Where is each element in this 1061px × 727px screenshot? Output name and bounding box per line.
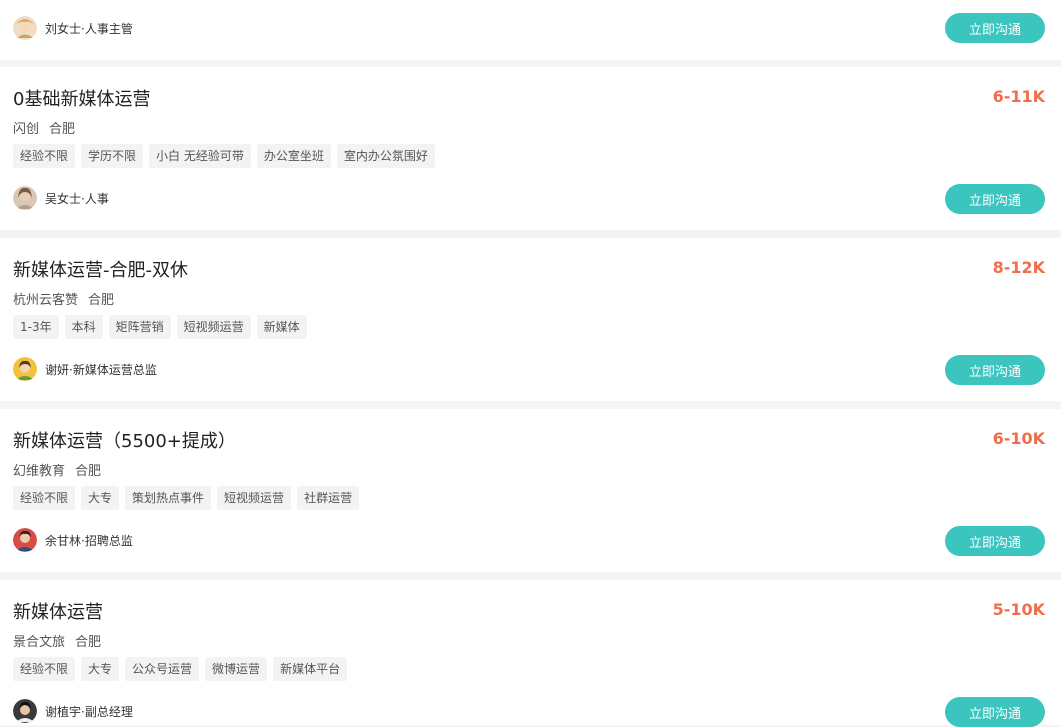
tag: 室内办公氛围好 [336,144,435,168]
chat-button[interactable]: 立即沟通 [945,13,1045,43]
company-name[interactable]: 景合文旅 [13,635,65,650]
recruiter-name: 谢妍·新媒体运营总监 [45,362,157,377]
tag-list: 1-3年 本科 矩阵营销 短视频运营 新媒体 [13,315,307,339]
recruiter-info: 谢植宇·副总经理 [13,699,133,723]
tag: 大专 [81,657,120,681]
tag: 社群运营 [297,486,360,510]
job-title[interactable]: 0基础新媒体运营 [13,85,150,111]
recruiter-avatar-icon [13,528,37,552]
job-card[interactable]: 新媒体运营-合肥-双休 8-12K 杭州云客赞 合肥 1-3年 本科 矩阵营销 短… [0,238,1061,401]
recruiter-info: 刘女士·人事主管 [13,16,133,40]
tag: 公众号运营 [125,657,200,681]
tag: 矩阵营销 [108,315,171,339]
chat-button[interactable]: 立即沟通 [945,697,1045,727]
tag: 小白 无经验可带 [149,144,251,168]
job-city: 合肥 [75,464,102,479]
job-card[interactable]: 新媒体运营 5-10K 景合文旅 合肥 经验不限 大专 公众号运营 微博运营 新媒… [0,580,1061,727]
company-info: 景合文旅 合肥 [13,631,101,650]
recruiter-info: 谢妍·新媒体运营总监 [13,357,157,381]
job-title[interactable]: 新媒体运营 [13,598,103,624]
recruiter-avatar-icon [13,357,37,381]
tag: 新媒体 [256,315,307,339]
chat-button[interactable]: 立即沟通 [945,184,1045,214]
recruiter-avatar-icon [13,16,37,40]
chat-button[interactable]: 立即沟通 [945,526,1045,556]
tag: 短视频运营 [217,486,292,510]
recruiter-info: 余甘林·招聘总监 [13,528,133,552]
recruiter-avatar-icon [13,186,37,210]
tag: 办公室坐班 [256,144,331,168]
job-card[interactable]: 0基础新媒体运营 6-11K 闪创 合肥 经验不限 学历不限 小白 无经验可带 办… [0,67,1061,230]
recruiter-name: 谢植宇·副总经理 [45,704,133,719]
recruiter-info: 吴女士·人事 [13,186,109,210]
tag: 1-3年 [13,315,59,339]
tag: 本科 [64,315,103,339]
recruiter-name: 余甘林·招聘总监 [45,533,133,548]
tag: 经验不限 [13,657,76,681]
company-info: 杭州云客赞 合肥 [13,289,114,308]
company-name[interactable]: 幻维教育 [13,464,65,479]
company-info: 闪创 合肥 [13,118,75,137]
tag: 经验不限 [13,486,76,510]
salary: 6-11K [992,87,1045,106]
tag-list: 经验不限 大专 公众号运营 微博运营 新媒体平台 [13,657,348,681]
salary: 8-12K [992,258,1045,277]
job-title[interactable]: 新媒体运营-合肥-双休 [13,256,188,282]
recruiter-avatar-icon [13,699,37,723]
job-title[interactable]: 新媒体运营（5500+提成） [13,427,236,453]
job-city: 合肥 [75,635,102,650]
recruiter-name: 刘女士·人事主管 [45,21,133,36]
company-info: 幻维教育 合肥 [13,460,101,479]
company-name[interactable]: 杭州云客赞 [13,293,78,308]
tag: 大专 [81,486,120,510]
chat-button[interactable]: 立即沟通 [945,355,1045,385]
salary: 6-10K [992,429,1045,448]
tag: 学历不限 [81,144,144,168]
tag-list: 经验不限 大专 策划热点事件 短视频运营 社群运营 [13,486,360,510]
tag: 经验不限 [13,144,76,168]
job-city: 合肥 [88,293,115,308]
tag: 微博运营 [205,657,268,681]
recruiter-name: 吴女士·人事 [45,191,109,206]
job-card-partial[interactable]: 刘女士·人事主管 立即沟通 [0,0,1061,60]
tag: 策划热点事件 [125,486,212,510]
job-card[interactable]: 新媒体运营（5500+提成） 6-10K 幻维教育 合肥 经验不限 大专 策划热点… [0,409,1061,572]
salary: 5-10K [992,600,1045,619]
tag: 短视频运营 [176,315,251,339]
tag-list: 经验不限 学历不限 小白 无经验可带 办公室坐班 室内办公氛围好 [13,144,435,168]
company-name[interactable]: 闪创 [13,122,39,137]
job-city: 合肥 [49,122,76,137]
tag: 新媒体平台 [273,657,348,681]
